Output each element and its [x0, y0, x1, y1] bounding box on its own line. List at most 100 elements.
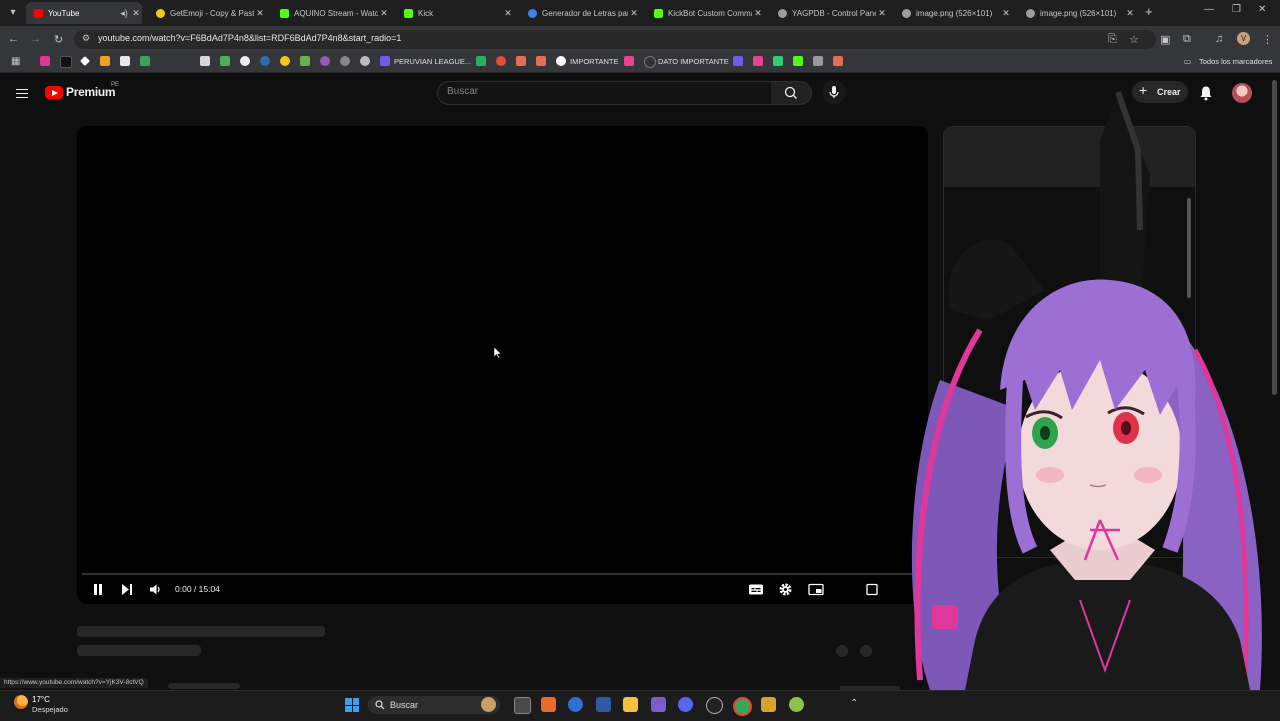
- app-icon[interactable]: [789, 697, 804, 712]
- all-bookmarks[interactable]: Todos los marcadores: [1199, 57, 1272, 66]
- settings-gear-icon[interactable]: [778, 582, 793, 597]
- restore-icon[interactable]: ❐: [1232, 4, 1241, 15]
- tab-kickbot[interactable]: KickBot Custom Comma ✕: [646, 2, 764, 24]
- bookmark-icon[interactable]: [496, 56, 506, 66]
- tab-generador-letras[interactable]: Generador de Letras para ✕: [520, 2, 640, 24]
- next-icon[interactable]: [120, 583, 134, 596]
- close-tab-icon[interactable]: ✕: [1000, 8, 1012, 19]
- search-highlight-icon[interactable]: [481, 697, 496, 712]
- tab-search-icon[interactable]: ▾: [4, 4, 22, 22]
- tray-chevron-icon[interactable]: ⌃: [850, 698, 858, 709]
- app-icon[interactable]: [541, 697, 556, 712]
- pause-icon[interactable]: [91, 583, 105, 596]
- close-tab-icon[interactable]: ✕: [378, 8, 390, 19]
- menu-kebab-icon[interactable]: ⋮: [1262, 33, 1273, 46]
- file-explorer-icon[interactable]: [623, 697, 638, 712]
- bookmark-icon[interactable]: [100, 56, 110, 66]
- close-tab-icon[interactable]: ✕: [254, 8, 266, 19]
- forward-icon[interactable]: →: [30, 33, 41, 45]
- bookmark-icon[interactable]: [340, 56, 350, 66]
- bookmark-icon[interactable]: [793, 56, 803, 66]
- sidebar-icon[interactable]: ▣: [1160, 33, 1170, 46]
- bookmark-icon[interactable]: [320, 56, 330, 66]
- reload-icon[interactable]: ↻: [54, 33, 63, 46]
- mute-tab-icon[interactable]: ◂): [118, 8, 130, 19]
- bookmark-icon[interactable]: [624, 56, 634, 66]
- bookmark-icon[interactable]: [200, 56, 210, 66]
- tab-title: GetEmoji - Copy & Paste: [170, 8, 254, 18]
- weather-temperature[interactable]: 17°C: [32, 695, 50, 704]
- close-tab-icon[interactable]: ✕: [628, 8, 640, 19]
- bookmark-icon[interactable]: [833, 56, 843, 66]
- bookmark-icon[interactable]: [516, 56, 526, 66]
- app-icon[interactable]: [761, 697, 776, 712]
- tab-kick[interactable]: Kick ✕: [396, 2, 514, 24]
- tab-yagpdb[interactable]: YAGPDB - Control Panel ✕: [770, 2, 888, 24]
- bookmark-icon[interactable]: [753, 56, 763, 66]
- close-tab-icon[interactable]: ✕: [130, 8, 142, 19]
- install-app-icon[interactable]: ⎘: [1108, 33, 1117, 46]
- channel-placeholder: [77, 645, 201, 656]
- profile-avatar[interactable]: V: [1237, 32, 1250, 45]
- bookmark-icon[interactable]: [360, 56, 370, 66]
- bookmark-icon[interactable]: [644, 56, 656, 68]
- bookmark-dato-importante[interactable]: DATO IMPORTANTE: [658, 57, 729, 66]
- bookmark-icon[interactable]: [300, 56, 310, 66]
- bookmark-icon[interactable]: [813, 56, 823, 66]
- apps-grid-icon[interactable]: ▦: [11, 56, 20, 67]
- close-tab-icon[interactable]: ✕: [1124, 8, 1136, 19]
- vscode-icon[interactable]: [651, 697, 666, 712]
- hamburger-menu-icon[interactable]: [16, 86, 28, 101]
- new-tab-icon[interactable]: +: [1145, 4, 1153, 19]
- close-tab-icon[interactable]: ✕: [502, 8, 514, 19]
- app-icon[interactable]: [596, 697, 611, 712]
- tab-image-2[interactable]: image.png (526×101) ✕: [1018, 2, 1136, 24]
- bookmark-icon[interactable]: [240, 56, 250, 66]
- bookmark-folder-icon[interactable]: [380, 56, 390, 66]
- extensions-icon[interactable]: ⧉: [1183, 33, 1191, 46]
- bookmark-star-icon[interactable]: ☆: [1129, 33, 1139, 46]
- app-icon[interactable]: [568, 697, 583, 712]
- weather-condition[interactable]: Despejado: [32, 705, 68, 714]
- media-control-icon[interactable]: ♫: [1215, 33, 1223, 45]
- bookmark-icon[interactable]: [280, 56, 290, 66]
- tab-youtube[interactable]: YouTube ◂) ✕: [26, 2, 142, 24]
- minimize-icon[interactable]: —: [1204, 4, 1214, 15]
- search-input[interactable]: [437, 81, 772, 105]
- bookmark-icon[interactable]: [140, 56, 150, 66]
- bookmark-icon[interactable]: [773, 56, 783, 66]
- bookmark-icon[interactable]: [476, 56, 486, 66]
- volume-icon[interactable]: [148, 583, 162, 596]
- task-view-icon[interactable]: [514, 697, 531, 714]
- bookmark-icon[interactable]: [120, 56, 130, 66]
- bookmark-icon[interactable]: [536, 56, 546, 66]
- obs-icon[interactable]: [706, 697, 723, 714]
- bookmark-icon[interactable]: [220, 56, 230, 66]
- youtube-brand[interactable]: Premium: [66, 85, 116, 99]
- bookmark-importante[interactable]: IMPORTANTE: [570, 57, 618, 66]
- discord-icon[interactable]: [678, 697, 693, 712]
- bookmark-icon[interactable]: [40, 56, 50, 66]
- tab-image-1[interactable]: image.png (526×101) ✕: [894, 2, 1012, 24]
- close-window-icon[interactable]: ✕: [1258, 4, 1266, 15]
- subtitles-icon[interactable]: [748, 583, 764, 596]
- close-tab-icon[interactable]: ✕: [752, 8, 764, 19]
- youtube-logo-icon[interactable]: [45, 86, 63, 99]
- windows-start-icon[interactable]: [345, 698, 359, 712]
- bookmark-icon[interactable]: [60, 56, 72, 68]
- chrome-icon[interactable]: [733, 697, 752, 716]
- link-status-bar: https://www.youtube.com/watch?v=YjK3V-8c…: [0, 678, 148, 688]
- close-tab-icon[interactable]: ✕: [876, 8, 888, 19]
- google-icon[interactable]: [556, 56, 566, 66]
- progress-bar[interactable]: [82, 573, 923, 575]
- weather-sun-icon[interactable]: [14, 695, 28, 709]
- back-icon[interactable]: ←: [8, 33, 19, 45]
- folder-icon[interactable]: ▭: [1184, 57, 1191, 66]
- bookmark-icon[interactable]: [733, 56, 743, 66]
- bookmark-icon[interactable]: [260, 56, 270, 66]
- tab-aquino-stream[interactable]: AQUINO Stream - Watch ✕: [272, 2, 390, 24]
- bookmark-peruvian-league[interactable]: PERUVIAN LEAGUE...: [394, 57, 471, 66]
- tab-getemoji[interactable]: GetEmoji - Copy & Paste ✕: [148, 2, 266, 24]
- url-text[interactable]: youtube.com/watch?v=F6BdAd7P4n8&list=RDF…: [98, 33, 401, 43]
- site-info-icon[interactable]: ⚙: [82, 33, 90, 44]
